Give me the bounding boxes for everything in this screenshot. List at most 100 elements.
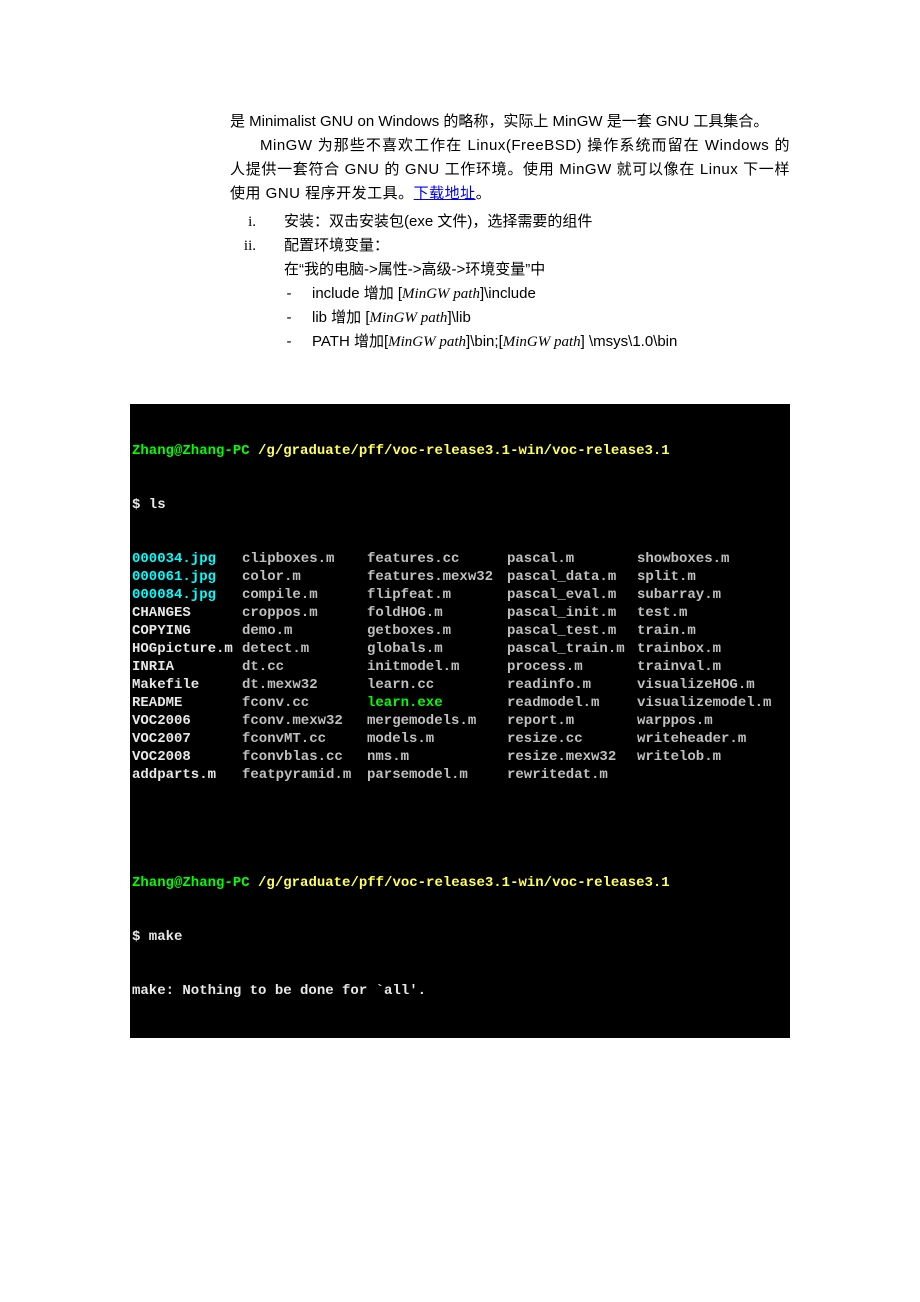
terminal-file: pascal_data.m (507, 568, 637, 586)
terminal-command-ls: $ ls (132, 496, 788, 514)
terminal-ls-row: 000061.jpgcolor.mfeatures.mexw32pascal_d… (132, 568, 788, 586)
list-marker-ii: ii. (230, 234, 256, 354)
terminal-file: mergemodels.m (367, 712, 507, 730)
terminal-file: CHANGES (132, 604, 242, 622)
terminal-file: features.cc (367, 550, 507, 568)
terminal-user: Zhang@Zhang-PC (132, 875, 258, 891)
terminal-file: parsemodel.m (367, 766, 507, 784)
terminal-ls-output: 000034.jpgclipboxes.mfeatures.ccpascal.m… (132, 550, 788, 784)
terminal-ls-row: VOC2007fconvMT.ccmodels.mresize.ccwriteh… (132, 730, 788, 748)
terminal-file: 000061.jpg (132, 568, 242, 586)
terminal-file: fconv.cc (242, 694, 367, 712)
terminal-file: showboxes.m (637, 550, 729, 568)
dash-icon: - (284, 306, 294, 330)
terminal-file: flipfeat.m (367, 586, 507, 604)
terminal-file: report.m (507, 712, 637, 730)
terminal-file: models.m (367, 730, 507, 748)
terminal-file: 000084.jpg (132, 586, 242, 604)
mingw-path-italic: MinGW path (388, 334, 466, 350)
terminal-ls-row: INRIAdt.ccinitmodel.mprocess.mtrainval.m (132, 658, 788, 676)
list-item-install-text: 安装：双击安装包(exe 文件)，选择需要的组件 (284, 210, 790, 234)
mingw-path-italic: MinGW path (402, 286, 480, 302)
terminal-file: pascal_init.m (507, 604, 637, 622)
list-item-install: i. 安装：双击安装包(exe 文件)，选择需要的组件 (230, 210, 790, 234)
list-item-env: ii. 配置环境变量： 在“我的电脑->属性->高级->环境变量”中 - inc… (230, 234, 790, 354)
sublist: 在“我的电脑->属性->高级->环境变量”中 - include 增加 [Min… (284, 258, 790, 354)
document-page: 是 Minimalist GNU on Windows 的略称，实际上 MinG… (0, 0, 920, 1098)
paragraph-2-end: 。 (476, 185, 492, 202)
terminal-prompt-line: Zhang@Zhang-PC /g/graduate/pff/voc-relea… (132, 442, 788, 460)
terminal-file: pascal_train.m (507, 640, 637, 658)
terminal-path: /g/graduate/pff/voc-release3.1-win/voc-r… (258, 443, 670, 459)
sublist-path-b: ]\bin;[ (466, 333, 503, 350)
terminal-ls-row: addparts.mfeatpyramid.mparsemodel.mrewri… (132, 766, 788, 784)
terminal-ls-row: CHANGEScroppos.mfoldHOG.mpascal_init.mte… (132, 604, 788, 622)
terminal-file: dt.mexw32 (242, 676, 367, 694)
terminal-file: compile.m (242, 586, 367, 604)
terminal-ls-row: HOGpicture.mdetect.mglobals.mpascal_trai… (132, 640, 788, 658)
terminal-blank-line (132, 820, 788, 838)
terminal-file: train.m (637, 622, 696, 640)
sublist-path: - PATH 增加[MinGW path]\bin;[MinGW path] \… (284, 330, 790, 354)
terminal-path: /g/graduate/pff/voc-release3.1-win/voc-r… (258, 875, 670, 891)
terminal-file: VOC2008 (132, 748, 242, 766)
terminal-file: detect.m (242, 640, 367, 658)
terminal-file: visualizemodel.m (637, 694, 771, 712)
dash-icon: - (284, 330, 294, 354)
terminal-command-make: $ make (132, 928, 788, 946)
terminal-file: readmodel.m (507, 694, 637, 712)
terminal-file: process.m (507, 658, 637, 676)
terminal-file: features.mexw32 (367, 568, 507, 586)
terminal-file: pascal.m (507, 550, 637, 568)
sublist-include-b: ]\include (480, 285, 536, 302)
terminal-file: fconvMT.cc (242, 730, 367, 748)
sublist-path-c: ] \msys\1.0\bin (581, 333, 678, 350)
terminal-file: 000034.jpg (132, 550, 242, 568)
terminal-file: split.m (637, 568, 696, 586)
download-link[interactable]: 下载地址 (414, 185, 476, 202)
terminal-file: trainbox.m (637, 640, 721, 658)
terminal-ls-row: COPYINGdemo.mgetboxes.mpascal_test.mtrai… (132, 622, 788, 640)
sublist-lib-b: ]\lib (447, 309, 470, 326)
paragraph-1: 是 Minimalist GNU on Windows 的略称，实际上 MinG… (230, 110, 790, 134)
terminal-file: dt.cc (242, 658, 367, 676)
terminal-file: readinfo.m (507, 676, 637, 694)
terminal-file: foldHOG.m (367, 604, 507, 622)
terminal-file: Makefile (132, 676, 242, 694)
terminal-ls-row: Makefiledt.mexw32learn.ccreadinfo.mvisua… (132, 676, 788, 694)
terminal-file: initmodel.m (367, 658, 507, 676)
terminal-file: warppos.m (637, 712, 713, 730)
terminal-screenshot: Zhang@Zhang-PC /g/graduate/pff/voc-relea… (130, 404, 790, 1038)
terminal-prompt-line: Zhang@Zhang-PC /g/graduate/pff/voc-relea… (132, 874, 788, 892)
terminal-file: nms.m (367, 748, 507, 766)
terminal-file: pascal_eval.m (507, 586, 637, 604)
terminal-file: addparts.m (132, 766, 242, 784)
terminal-file: VOC2007 (132, 730, 242, 748)
sublist-include: - include 增加 [MinGW path]\include (284, 282, 790, 306)
terminal-ls-row: VOC2008fconvblas.ccnms.mresize.mexw32wri… (132, 748, 788, 766)
terminal-file: VOC2006 (132, 712, 242, 730)
terminal-file: demo.m (242, 622, 367, 640)
list-item-env-title: 配置环境变量： (284, 234, 790, 258)
paragraph-2: MinGW 为那些不喜欢工作在 Linux(FreeBSD) 操作系统而留在 W… (230, 134, 790, 206)
terminal-file: resize.mexw32 (507, 748, 637, 766)
terminal-file: INRIA (132, 658, 242, 676)
sublist-path-a: PATH 增加[ (312, 333, 388, 350)
terminal-file: visualizeHOG.m (637, 676, 755, 694)
terminal-user: Zhang@Zhang-PC (132, 443, 258, 459)
terminal-file: HOGpicture.m (132, 640, 242, 658)
mingw-path-italic: MinGW path (503, 334, 581, 350)
terminal-file: globals.m (367, 640, 507, 658)
terminal-file: trainval.m (637, 658, 721, 676)
terminal-file: resize.cc (507, 730, 637, 748)
paragraph-2-text: MinGW 为那些不喜欢工作在 Linux(FreeBSD) 操作系统而留在 W… (230, 137, 790, 202)
terminal-make-output: make: Nothing to be done for `all'. (132, 982, 788, 1000)
sublist-lib-a: lib 增加 [ (312, 309, 370, 326)
terminal-file: COPYING (132, 622, 242, 640)
terminal-file: subarray.m (637, 586, 721, 604)
terminal-ls-row: READMEfconv.cclearn.exereadmodel.mvisual… (132, 694, 788, 712)
dash-icon: - (284, 282, 294, 306)
terminal-file: learn.cc (367, 676, 507, 694)
terminal-file: pascal_test.m (507, 622, 637, 640)
terminal-file: featpyramid.m (242, 766, 367, 784)
